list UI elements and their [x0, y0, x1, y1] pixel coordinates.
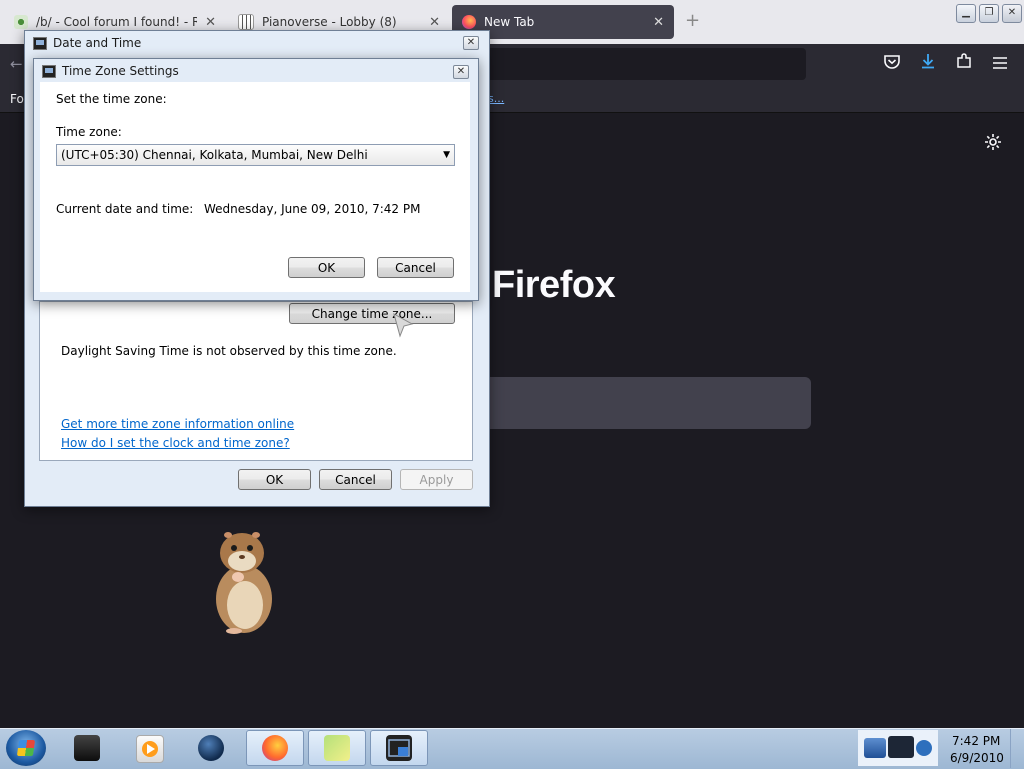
taskbar-item-firefox[interactable] [246, 730, 304, 766]
taskbar-item-globe[interactable] [184, 730, 242, 766]
close-icon[interactable]: ✕ [429, 15, 440, 30]
tab-title: /b/ - Cool forum I found! - Ran [36, 15, 198, 29]
new-tab-button[interactable]: + [685, 10, 700, 31]
hamster-mascot-image [212, 531, 274, 635]
system-tray [858, 730, 938, 766]
minimize-button[interactable]: ▁ [956, 4, 976, 23]
taskbar-clock-date[interactable]: 6/9/2010 [950, 751, 1004, 765]
close-icon[interactable]: ✕ [653, 15, 664, 30]
current-date-value: Wednesday, June 09, 2010, 7:42 PM [204, 202, 421, 216]
change-time-zone-button[interactable]: Change time zone... [289, 303, 455, 324]
media-player-icon [136, 735, 164, 763]
time-zone-label: Time zone: [56, 125, 122, 139]
firefox-favicon-icon [462, 15, 476, 29]
mouse-cursor-icon [392, 312, 416, 341]
bookmarks-link[interactable]: s... [488, 92, 504, 105]
pocket-icon[interactable] [881, 53, 903, 75]
firefox-wordmark: Firefox [492, 264, 616, 306]
time-zone-settings-dialog: Time Zone Settings ✕ Set the time zone: … [33, 58, 479, 301]
clock-window-icon [42, 64, 56, 78]
newtab-search-box[interactable] [488, 377, 811, 429]
piano-favicon-icon [238, 14, 254, 30]
tab-title: Pianoverse - Lobby (8) [262, 15, 397, 29]
bookmarks-label[interactable]: Fo [10, 92, 24, 106]
close-icon[interactable]: ✕ [205, 15, 216, 30]
clock-window-icon [33, 36, 47, 50]
cancel-button[interactable]: Cancel [319, 469, 392, 490]
gear-icon[interactable] [982, 133, 1004, 155]
download-icon[interactable] [917, 53, 939, 75]
how-to-link[interactable]: How do I set the clock and time zone? [61, 436, 290, 450]
globe-icon [198, 735, 224, 761]
taskbar-item-date-time[interactable] [370, 730, 428, 766]
close-icon[interactable]: ✕ [453, 65, 469, 79]
clover-favicon-icon [14, 15, 28, 29]
windows-logo-icon [16, 740, 36, 756]
black-box-icon [74, 735, 100, 761]
set-time-zone-prompt: Set the time zone: [56, 92, 167, 106]
apply-button[interactable]: Apply [400, 469, 473, 490]
taskbar-item-notes[interactable] [308, 730, 366, 766]
close-icon[interactable]: ✕ [463, 36, 479, 50]
back-arrow-icon[interactable]: ← [10, 55, 23, 73]
tab-title: New Tab [484, 15, 535, 29]
show-desktop-button[interactable] [1010, 729, 1024, 768]
network-icon[interactable] [864, 738, 886, 758]
close-window-button[interactable]: ✕ [1002, 4, 1022, 23]
url-bar[interactable] [484, 48, 806, 80]
window-titlebar: Date and Time [25, 31, 489, 55]
time-zone-select[interactable]: (UTC+05:30) Chennai, Kolkata, Mumbai, Ne… [56, 144, 455, 166]
extensions-icon[interactable] [953, 53, 975, 75]
device-icon[interactable] [888, 736, 914, 758]
taskbar-item-explorer[interactable] [60, 730, 118, 766]
dialog-titlebar: Time Zone Settings [34, 59, 478, 83]
dialog-title: Time Zone Settings [62, 64, 179, 78]
security-icon[interactable] [916, 740, 932, 756]
current-date-label: Current date and time: [56, 202, 194, 216]
chevron-down-icon[interactable]: ▼ [443, 150, 450, 160]
ok-button[interactable]: OK [288, 257, 365, 278]
restore-button[interactable]: ❐ [979, 4, 999, 23]
time-zone-value: (UTC+05:30) Chennai, Kolkata, Mumbai, Ne… [61, 148, 368, 162]
cancel-button[interactable]: Cancel [377, 257, 454, 278]
firefox-icon [262, 735, 288, 761]
taskbar-item-media[interactable] [122, 730, 180, 766]
more-info-link[interactable]: Get more time zone information online [61, 417, 294, 431]
sticky-notes-icon [324, 735, 350, 761]
window-title: Date and Time [53, 36, 142, 50]
date-time-control-panel-icon [386, 735, 412, 761]
ok-button[interactable]: OK [238, 469, 311, 490]
taskbar-clock-time[interactable]: 7:42 PM [952, 734, 1000, 748]
dst-note: Daylight Saving Time is not observed by … [61, 344, 397, 358]
menu-icon[interactable] [989, 53, 1011, 75]
